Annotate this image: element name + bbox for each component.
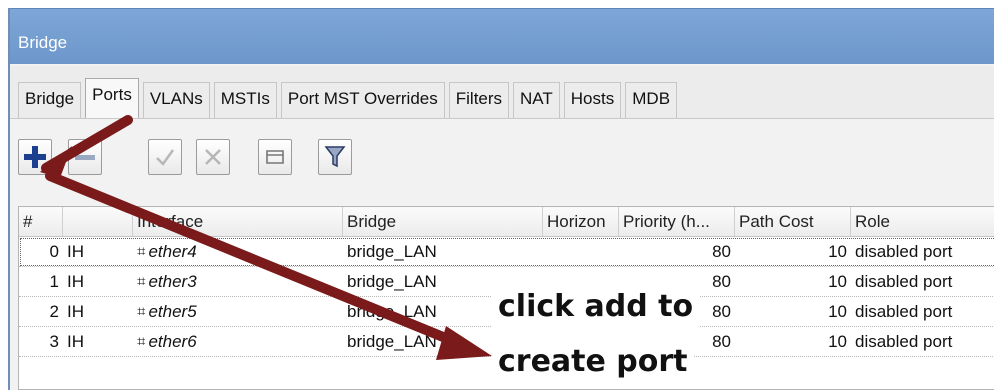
row-flags: IH	[63, 237, 133, 266]
tab-vlans[interactable]: VLANs	[143, 82, 210, 118]
row-horizon	[543, 237, 619, 266]
annotation-line-2: create port	[492, 340, 694, 384]
interface-name: ether3	[148, 272, 196, 292]
remove-button[interactable]	[68, 139, 102, 175]
bridge-window: Bridge Bridge Ports VLANs MSTIs Port MST…	[8, 8, 994, 390]
column-horizon[interactable]: Horizon	[543, 207, 619, 236]
column-interface[interactable]: Interface	[133, 207, 343, 236]
interface-name: ether4	[148, 242, 196, 262]
row-priority: 80	[619, 237, 735, 266]
port-icon: ⌗	[137, 333, 145, 350]
row-number: 1	[19, 267, 63, 296]
row-number: 2	[19, 297, 63, 326]
tab-hosts[interactable]: Hosts	[564, 82, 621, 118]
port-icon: ⌗	[137, 243, 145, 260]
table-header: # Interface Bridge Horizon Priority (h..…	[19, 207, 994, 237]
row-path-cost: 10	[735, 237, 851, 266]
row-interface: ⌗ ether6	[133, 327, 343, 356]
toolbar	[10, 118, 994, 206]
comment-button[interactable]	[258, 139, 292, 175]
minus-icon	[72, 144, 98, 170]
row-role: disabled port	[851, 237, 994, 266]
row-path-cost: 10	[735, 297, 851, 326]
tab-bar: Bridge Ports VLANs MSTIs Port MST Overri…	[10, 66, 994, 118]
port-icon: ⌗	[137, 273, 145, 290]
tab-filters[interactable]: Filters	[449, 82, 509, 118]
table-row[interactable]: 0 IH ⌗ ether4 bridge_LAN 80 10 disabled …	[19, 237, 994, 267]
row-number: 0	[19, 237, 63, 266]
column-path-cost[interactable]: Path Cost	[735, 207, 851, 236]
interface-name: ether6	[148, 332, 196, 352]
tab-mdb[interactable]: MDB	[625, 82, 677, 118]
enable-button[interactable]	[148, 139, 182, 175]
row-flags: IH	[63, 297, 133, 326]
plus-icon	[22, 144, 48, 170]
annotation-line-1: click add to	[492, 285, 699, 329]
row-role: disabled port	[851, 267, 994, 296]
row-path-cost: 10	[735, 267, 851, 296]
tab-bridge[interactable]: Bridge	[18, 82, 81, 118]
row-flags: IH	[63, 267, 133, 296]
check-icon	[153, 145, 177, 169]
column-flags[interactable]	[63, 207, 133, 236]
column-priority[interactable]: Priority (h...	[619, 207, 735, 236]
add-button[interactable]	[18, 139, 52, 175]
row-interface: ⌗ ether4	[133, 237, 343, 266]
row-number: 3	[19, 327, 63, 356]
column-number[interactable]: #	[19, 207, 63, 236]
column-bridge[interactable]: Bridge	[343, 207, 543, 236]
tab-mstis[interactable]: MSTIs	[214, 82, 277, 118]
window-title: Bridge	[10, 8, 994, 64]
row-flags: IH	[63, 327, 133, 356]
disable-button[interactable]	[196, 139, 230, 175]
cross-icon	[201, 145, 225, 169]
filter-button[interactable]	[318, 139, 352, 175]
row-interface: ⌗ ether3	[133, 267, 343, 296]
port-icon: ⌗	[137, 303, 145, 320]
column-role[interactable]: Role	[851, 207, 994, 236]
tab-ports[interactable]: Ports	[85, 78, 139, 118]
row-role: disabled port	[851, 297, 994, 326]
interface-name: ether5	[148, 302, 196, 322]
row-role: disabled port	[851, 327, 994, 356]
note-icon	[263, 145, 287, 169]
tab-nat[interactable]: NAT	[513, 82, 560, 118]
filter-icon	[323, 144, 347, 170]
row-bridge: bridge_LAN	[343, 237, 543, 266]
tab-port-mst-overrides[interactable]: Port MST Overrides	[281, 82, 445, 118]
row-path-cost: 10	[735, 327, 851, 356]
row-interface: ⌗ ether5	[133, 297, 343, 326]
